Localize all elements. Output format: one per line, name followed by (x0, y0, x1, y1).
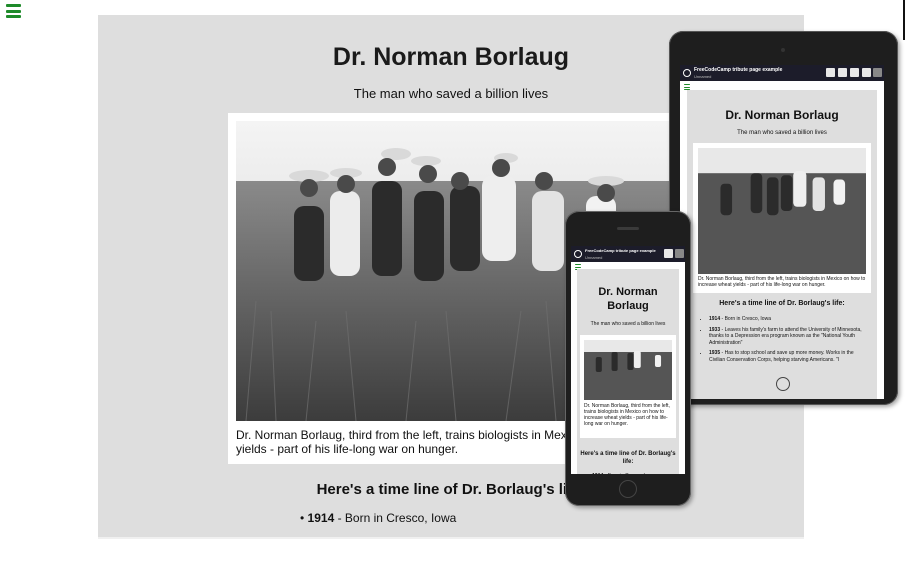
phone-app-bar: FreeCodeCamp tribute page example Unname… (571, 246, 685, 262)
phone-home-button (619, 480, 637, 498)
tablet-image-figure: Dr. Norman Borlaug, third from the left,… (693, 143, 871, 293)
tablet-screen: FreeCodeCamp tribute page example Unname… (680, 65, 884, 399)
tablet-borlaug-photo (698, 148, 866, 274)
avatar[interactable] (675, 249, 684, 258)
tablet-camera (781, 48, 785, 52)
tablet-home-button (776, 377, 790, 391)
freecodecamp-logo (574, 250, 582, 258)
menu-icon[interactable] (6, 4, 21, 18)
timeline-item: 1935 - Has to stop school and save up mo… (709, 350, 869, 363)
phone-device: FreeCodeCamp tribute page example Unname… (565, 211, 691, 506)
timeline-text: - Born in Cresco, Iowa (334, 511, 457, 525)
timeline-item: 1914 - Born in Cresco, Iowa (709, 316, 869, 323)
timeline-item: • 1914 - Born in Cresco, Iowa (300, 511, 457, 525)
chevron-icon[interactable] (862, 68, 871, 77)
phone-borlaug-photo (584, 340, 672, 400)
timeline-item: 1933 - Leaves his family's farm to atten… (709, 327, 869, 347)
phone-app-title: FreeCodeCamp tribute page example (585, 248, 656, 253)
timeline-year: 1914 (307, 511, 335, 525)
tablet-image-caption: Dr. Norman Borlaug, third from the left,… (698, 276, 866, 288)
phone-image-figure: Dr. Norman Borlaug, third from the left,… (580, 335, 676, 438)
timeline-item: • 1914 - Born in Cresco, Iowa (589, 473, 654, 474)
page-divider (98, 537, 804, 539)
tablet-app-subtitle: Unnamed (694, 74, 712, 79)
phone-app-subtitle: Unnamed (585, 255, 603, 260)
avatar[interactable] (873, 68, 882, 77)
arrow-icon[interactable] (850, 68, 859, 77)
tablet-device: FreeCodeCamp tribute page example Unname… (669, 31, 898, 405)
list-icon[interactable] (838, 68, 847, 77)
timeline-heading: Here's a time line of Dr. Borlaug's life… (316, 481, 586, 498)
heart-icon[interactable] (826, 68, 835, 77)
freecodecamp-logo (683, 69, 691, 77)
heart-icon[interactable] (664, 249, 673, 258)
phone-timeline-heading: Here's a time line of Dr. Borlaug's life… (580, 451, 676, 465)
showcase-root: Dr. Norman Borlaug The man who saved a b… (0, 0, 905, 582)
tablet-timeline-heading: Here's a time line of Dr. Borlaug's life… (719, 300, 845, 307)
phone-speaker (617, 227, 639, 230)
phone-page: Dr. Norman Borlaug The man who saved a b… (577, 269, 679, 474)
tablet-app-title: FreeCodeCamp tribute page example (694, 67, 783, 73)
phone-image-caption: Dr. Norman Borlaug, third from the left,… (584, 403, 670, 427)
tablet-page: Dr. Norman Borlaug The man who saved a b… (687, 90, 877, 399)
tablet-app-bar: FreeCodeCamp tribute page example Unname… (680, 65, 884, 81)
tablet-page-title: Dr. Norman Borlaug (725, 108, 839, 122)
phone-page-title: Dr. Norman Borlaug (598, 286, 658, 312)
phone-page-subtitle: The man who saved a billion lives (590, 321, 666, 327)
tablet-timeline: 1914 - Born in Cresco, Iowa 1933 - Leave… (709, 316, 869, 367)
phone-screen: FreeCodeCamp tribute page example Unname… (571, 246, 685, 474)
tablet-page-subtitle: The man who saved a billion lives (737, 130, 827, 136)
